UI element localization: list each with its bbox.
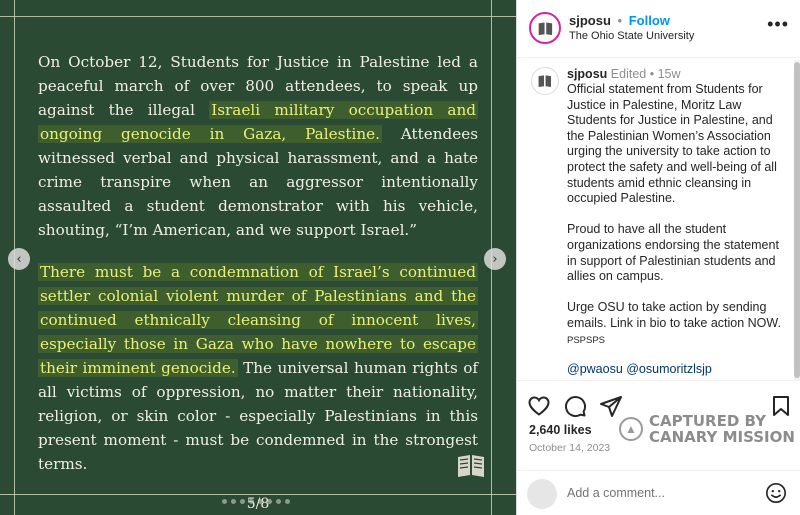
caption-body: Official statement from Students for Jus… — [567, 82, 781, 330]
statement-paragraph-1: On October 12, Students for Justice in P… — [38, 50, 478, 242]
statement-paragraph-2: There must be a condemnation of Israel’s… — [38, 260, 478, 476]
more-options-button[interactable]: ••• — [767, 14, 789, 35]
book-logo-icon — [538, 75, 552, 88]
chevron-left-icon: ‹ — [16, 251, 22, 267]
comment-input[interactable] — [567, 483, 757, 503]
caption-pspsps: PSPSPS — [567, 334, 606, 346]
comment-icon[interactable] — [563, 394, 587, 418]
emoji-icon[interactable] — [765, 482, 787, 504]
canary-logo-icon: ▲ — [619, 417, 643, 441]
carousel-next-button[interactable]: › — [484, 248, 506, 270]
frame-line — [0, 16, 516, 17]
post-date[interactable]: October 14, 2023 — [529, 442, 610, 454]
post-header: sjposu • Follow The Ohio State Universit… — [517, 0, 800, 58]
likes-count[interactable]: 2,640 likes — [529, 423, 592, 437]
separator-dot: • — [649, 67, 655, 81]
watermark-text: CAPTURED BY CANARY MISSION — [649, 413, 795, 445]
caption-header: sjposu Edited • 15w — [567, 67, 681, 81]
post-sidebar: sjposu • Follow The Ohio State Universit… — [516, 0, 800, 515]
avatar[interactable] — [529, 12, 561, 44]
separator-dot: • — [617, 13, 623, 28]
edited-label: Edited — [610, 67, 647, 81]
chevron-right-icon: › — [492, 251, 498, 267]
header-user: sjposu • Follow — [569, 13, 670, 28]
caption-scrollbar-thumb[interactable] — [794, 62, 800, 378]
statement-text: On October 12, Students for Justice in P… — [38, 50, 478, 494]
post-age[interactable]: 15w — [658, 67, 681, 81]
carousel-prev-button[interactable]: ‹ — [8, 248, 30, 270]
watermark-line: CAPTURED BY — [649, 412, 766, 430]
heart-icon[interactable] — [527, 394, 551, 418]
username-link[interactable]: sjposu — [569, 13, 611, 28]
caption-text: Official statement from Students for Jus… — [567, 82, 789, 378]
more-horizontal-icon: ••• — [767, 14, 789, 34]
page-indicator: 5/8 — [246, 496, 270, 512]
follow-button[interactable]: Follow — [629, 13, 670, 28]
post-image: On October 12, Students for Justice in P… — [0, 0, 516, 515]
username-link[interactable]: sjposu — [567, 67, 607, 81]
book-logo-icon — [458, 455, 484, 477]
frame-line — [0, 494, 516, 495]
post-actions: 2,640 likes October 14, 2023 ▲ CAPTURED … — [517, 380, 800, 470]
avatar — [527, 479, 557, 509]
caption: sjposu Edited • 15w Official statement f… — [517, 60, 800, 380]
location-link[interactable]: The Ohio State University — [569, 30, 694, 42]
comment-bar — [517, 470, 800, 515]
watermark: ▲ CAPTURED BY CANARY MISSION — [619, 413, 795, 445]
book-logo-icon — [538, 22, 552, 35]
avatar[interactable] — [531, 67, 559, 95]
caption-tags[interactable]: @pwaosu @osumoritzlsjp — [567, 362, 789, 378]
watermark-line: CANARY MISSION — [649, 428, 795, 446]
